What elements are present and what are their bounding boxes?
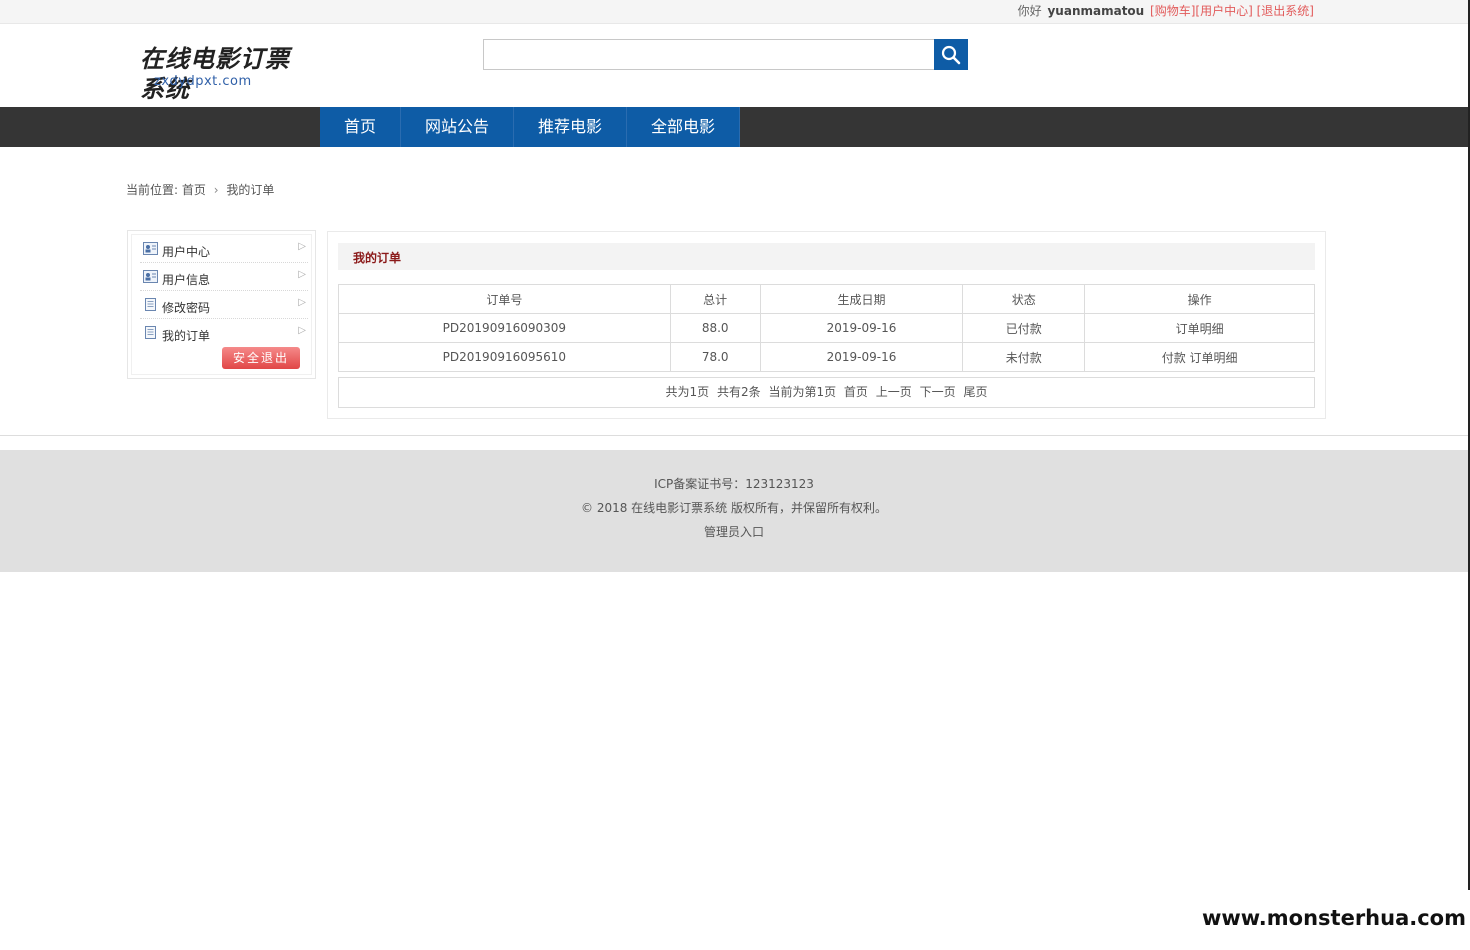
table-row: PD20190916095610 78.0 2019-09-16 未付款 付款 … — [338, 342, 1315, 372]
sidebar-item-my-orders[interactable]: 我的订单 ▷ — [140, 319, 308, 347]
footer-divider — [0, 435, 1468, 436]
pager-prev[interactable]: 上一页 — [876, 385, 912, 399]
orders-table: 订单号 总计 生成日期 状态 操作 PD20190916090309 88.0 … — [338, 284, 1315, 372]
admin-entry-link[interactable]: 管理员入口 — [704, 525, 764, 539]
panel-title-bar: 我的订单 — [338, 243, 1315, 270]
nav-item-home[interactable]: 首页 — [320, 107, 401, 147]
column-header: 生成日期 — [759, 284, 964, 314]
nav-item-recommended[interactable]: 推荐电影 — [514, 107, 627, 147]
order-number: PD20190916090309 — [338, 313, 671, 343]
column-header: 操作 — [1084, 284, 1315, 314]
table-header-row: 订单号 总计 生成日期 状态 操作 — [338, 284, 1315, 314]
orders-panel: 我的订单 订单号 总计 生成日期 状态 操作 PD20190916090309 … — [327, 231, 1326, 419]
chevron-right-icon: ▷ — [298, 269, 306, 280]
order-status: 已付款 — [962, 313, 1086, 343]
footer: ICP备案证书号：123123123 © 2018 在线电影订票系统 版权所有，… — [0, 450, 1468, 572]
document-icon — [145, 298, 156, 311]
sidebar-item-user-info[interactable]: 用户信息 ▷ — [140, 263, 308, 291]
column-header: 总计 — [669, 284, 761, 314]
search-icon — [941, 45, 961, 64]
order-date: 2019-09-16 — [759, 313, 964, 343]
pager-last[interactable]: 尾页 — [963, 385, 987, 399]
logo-text-en: zxdydpxt.com — [154, 74, 252, 89]
breadcrumb-prefix: 当前位置: — [126, 183, 179, 197]
pager-total-items: 共有2条 — [716, 385, 761, 399]
watermark: www.monsterhua.com — [1201, 906, 1466, 930]
document-icon — [145, 326, 156, 339]
search-input[interactable] — [483, 39, 935, 70]
pagination: 共为1页 共有2条 当前为第1页 首页 上一页 下一页 尾页 — [338, 377, 1315, 408]
user-links: 你好 yuanmamatou [购物车][用户中心] [退出系统] — [1018, 2, 1314, 19]
greeting-text: 你好 — [1017, 4, 1042, 18]
sidebar-item-change-password[interactable]: 修改密码 ▷ — [140, 291, 308, 319]
chevron-right-icon: ▷ — [298, 241, 306, 252]
column-header: 订单号 — [338, 284, 671, 314]
sidebar-item-label: 用户中心 — [162, 245, 211, 259]
panel-title: 我的订单 — [353, 251, 402, 265]
safe-logout-button[interactable]: 安全退出 — [222, 347, 300, 369]
username: yuanmamatou — [1047, 4, 1145, 18]
pager-next[interactable]: 下一页 — [920, 385, 956, 399]
search-button[interactable] — [934, 39, 968, 70]
breadcrumb-current: 我的订单 — [226, 183, 275, 197]
user-center-link[interactable]: [用户中心] — [1195, 4, 1252, 18]
sidebar-item-user-center[interactable]: 用户中心 ▷ — [140, 235, 308, 263]
order-status: 未付款 — [962, 342, 1086, 372]
breadcrumb-home[interactable]: 首页 — [182, 183, 206, 197]
pay-link[interactable]: 付款 — [1162, 351, 1186, 365]
sidebar-item-label: 我的订单 — [162, 329, 211, 343]
chevron-right-icon: ▷ — [298, 325, 306, 336]
order-date: 2019-09-16 — [759, 342, 964, 372]
order-detail-link[interactable]: 订单明细 — [1176, 322, 1224, 336]
nav-item-all-movies[interactable]: 全部电影 — [627, 107, 740, 147]
order-number: PD20190916095610 — [338, 342, 671, 372]
sidebar-item-label: 用户信息 — [162, 273, 211, 287]
pager-current-page: 当前为第1页 — [768, 385, 837, 399]
order-total: 78.0 — [669, 342, 761, 372]
user-card-icon — [143, 242, 158, 255]
copyright-text: © 2018 在线电影订票系统 版权所有，并保留所有权利。 — [581, 501, 887, 515]
icp-number: ICP备案证书号：123123123 — [654, 477, 814, 491]
breadcrumb: 当前位置: 首页 › 我的订单 — [126, 181, 274, 198]
main-nav: 首页 网站公告 推荐电影 全部电影 — [0, 107, 1468, 147]
order-actions: 付款 订单明细 — [1084, 342, 1315, 372]
nav-item-announcements[interactable]: 网站公告 — [401, 107, 514, 147]
pager-total-pages: 共为1页 — [665, 385, 710, 399]
user-card-icon — [143, 270, 158, 283]
order-detail-link[interactable]: 订单明细 — [1190, 351, 1238, 365]
order-actions: 订单明细 — [1084, 313, 1315, 343]
chevron-right-icon: ▷ — [298, 297, 306, 308]
user-sidebar: 用户中心 ▷ 用户信息 ▷ 修改密码 ▷ 我的订单 ▷ 安全退出 — [127, 230, 316, 379]
pager-first[interactable]: 首页 — [844, 385, 868, 399]
order-total: 88.0 — [669, 313, 761, 343]
site-logo[interactable]: 在线电影订票系统 zxdydpxt.com — [140, 44, 305, 103]
logout-link[interactable]: [退出系统] — [1257, 4, 1314, 18]
sidebar-item-label: 修改密码 — [162, 301, 211, 315]
top-bar: 你好 yuanmamatou [购物车][用户中心] [退出系统] — [0, 0, 1468, 24]
header: 在线电影订票系统 zxdydpxt.com — [0, 24, 1468, 107]
breadcrumb-separator: › — [213, 183, 219, 197]
table-row: PD20190916090309 88.0 2019-09-16 已付款 订单明… — [338, 313, 1315, 343]
cart-link[interactable]: [购物车] — [1150, 4, 1195, 18]
column-header: 状态 — [962, 284, 1086, 314]
